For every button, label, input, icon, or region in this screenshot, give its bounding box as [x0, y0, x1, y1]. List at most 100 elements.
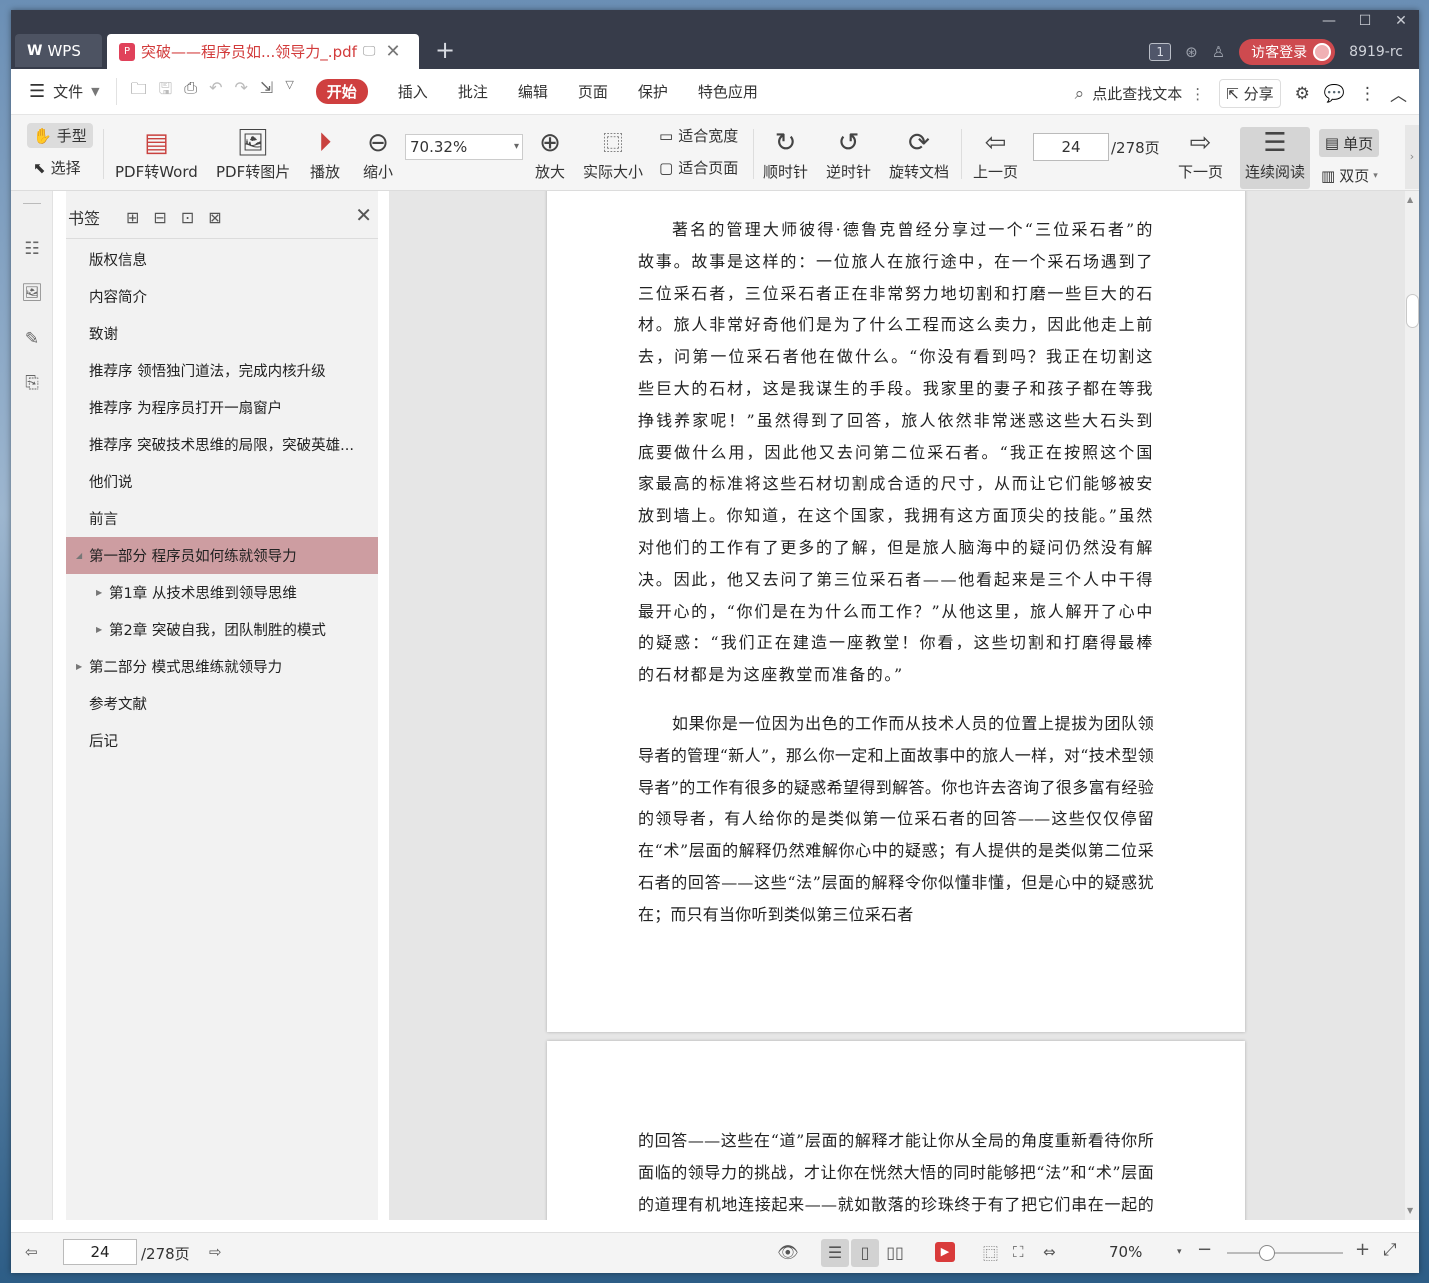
- save-icon[interactable]: 🖫: [159, 78, 173, 105]
- single-page-mode-icon[interactable]: ▯: [851, 1239, 879, 1267]
- bookmark-item[interactable]: 版权信息: [66, 241, 378, 278]
- zoom-slider[interactable]: [1227, 1245, 1343, 1261]
- play-icon[interactable]: ▶: [935, 1242, 955, 1262]
- bookmark-item[interactable]: 致谢: [66, 315, 378, 352]
- kebab-icon[interactable]: ⋮: [1190, 85, 1205, 103]
- expanded-arrow-icon[interactable]: ◢: [76, 551, 82, 560]
- tab-special-apps[interactable]: 特色应用: [698, 81, 758, 102]
- window-count-badge[interactable]: 1: [1149, 43, 1172, 61]
- gear-icon[interactable]: ⚙: [1295, 84, 1310, 104]
- rotate-document-button[interactable]: ⟳ 旋转文档: [889, 125, 949, 182]
- close-window-button[interactable]: ✕: [1383, 10, 1419, 34]
- ribbon-scroll-right[interactable]: ›: [1405, 125, 1419, 189]
- bookmark-item[interactable]: 推荐序 为程序员打开一扇窗户: [66, 389, 378, 426]
- tab-page[interactable]: 页面: [578, 81, 608, 102]
- zoom-out-icon[interactable]: −: [1197, 1239, 1212, 1260]
- drag-handle[interactable]: [23, 203, 41, 205]
- zoom-select[interactable]: 70.32%: [405, 134, 523, 160]
- collapsed-arrow-icon[interactable]: ▶: [76, 662, 82, 671]
- document-viewer[interactable]: 著名的管理大师彼得·德鲁克曾经分享过一个“三位采石者”的故事。故事是这样的：一位…: [389, 191, 1405, 1220]
- hand-tool[interactable]: ✋ 手型: [27, 123, 93, 148]
- actual-size-button[interactable]: ⿴ 实际大小: [583, 125, 643, 182]
- pdf-to-image-button[interactable]: 🖼 PDF转图片: [216, 125, 290, 182]
- share-button[interactable]: ⇱ 分享: [1219, 79, 1281, 108]
- pdf-to-word-button[interactable]: ▤ PDF转Word: [115, 125, 198, 182]
- maximize-button[interactable]: ☐: [1347, 10, 1383, 34]
- rotate-clockwise-button[interactable]: ↻ 顺时针: [763, 125, 808, 182]
- bookmark-item[interactable]: ▶ 第2章 突破自我，团队制胜的模式: [66, 611, 378, 648]
- bookmark-item[interactable]: 推荐序 领悟独门道法，完成内核升级: [66, 352, 378, 389]
- collapse-ribbon-icon[interactable]: ︿: [1390, 81, 1407, 106]
- play-button[interactable]: ⏵ 播放: [310, 125, 340, 182]
- bookmark-item[interactable]: 后记: [66, 722, 378, 759]
- bookmark-item[interactable]: ▶ 第1章 从技术思维到领导思维: [66, 574, 378, 611]
- collapsed-arrow-icon[interactable]: ▶: [96, 625, 102, 634]
- bookmark-item[interactable]: 参考文献: [66, 685, 378, 722]
- fit-width-button[interactable]: ▭ 适合宽度: [659, 125, 738, 146]
- eye-icon[interactable]: 👁: [777, 1243, 799, 1263]
- bookmark-list-icon[interactable]: ☷: [21, 239, 43, 261]
- prev-page-button[interactable]: ⇦ 上一页: [973, 125, 1018, 182]
- tab-insert[interactable]: 插入: [398, 81, 428, 102]
- zoom-in-icon[interactable]: +: [1355, 1239, 1370, 1260]
- guest-login-button[interactable]: 访客登录: [1239, 39, 1336, 65]
- undo-icon[interactable]: ↶: [209, 78, 222, 105]
- zoom-in-button[interactable]: ⊕ 放大: [535, 125, 565, 182]
- comment-icon[interactable]: 💬: [1324, 84, 1345, 104]
- add-bookmark-icon[interactable]: ⊡: [181, 208, 194, 227]
- vertical-scrollbar[interactable]: ▲ ▼: [1405, 191, 1419, 1220]
- tab-annotate[interactable]: 批注: [458, 81, 488, 102]
- fit-width-icon[interactable]: ⇔: [1043, 1243, 1056, 1261]
- next-page-button[interactable]: ⇨ 下一页: [1178, 125, 1223, 182]
- tab-protect[interactable]: 保护: [638, 81, 668, 102]
- actual-size-icon[interactable]: ⿴: [983, 1243, 998, 1264]
- bookmark-item[interactable]: ◢ 第一部分 程序员如何练就领导力: [66, 537, 378, 574]
- continuous-mode-icon[interactable]: ☰: [821, 1239, 849, 1267]
- bookmark-item[interactable]: 前言: [66, 500, 378, 537]
- fit-page-button[interactable]: ▢ 适合页面: [659, 157, 738, 178]
- export-icon[interactable]: ⇲: [260, 78, 273, 105]
- bookmark-item[interactable]: ▶ 第二部分 模式思维练就领导力: [66, 648, 378, 685]
- fit-page-icon[interactable]: ⛶: [1013, 1243, 1024, 1261]
- more-dropdown-icon[interactable]: ▽: [285, 78, 293, 105]
- minimize-button[interactable]: —: [1311, 10, 1347, 34]
- close-icon[interactable]: ✕: [355, 203, 372, 227]
- tab-edit[interactable]: 编辑: [518, 81, 548, 102]
- bookmark-item[interactable]: 他们说: [66, 463, 378, 500]
- rotate-counterclockwise-button[interactable]: ↺ 逆时针: [826, 125, 871, 182]
- open-icon[interactable]: 🗀: [131, 78, 147, 105]
- document-tab[interactable]: P 突破——程序员如...领导力_.pdf 🖵 ✕: [107, 34, 419, 69]
- single-page-button[interactable]: ▤ 单页: [1319, 129, 1379, 157]
- bookmark-item[interactable]: 推荐序 突破技术思维的局限，突破英雄...: [66, 426, 378, 463]
- select-tool[interactable]: ⬉ 选择: [33, 157, 81, 178]
- print-icon[interactable]: ⎙: [184, 78, 197, 105]
- collapse-all-icon[interactable]: ⊟: [153, 208, 166, 227]
- next-page-icon[interactable]: ⇨: [209, 1243, 222, 1261]
- double-page-button[interactable]: ▥ 双页 ▾: [1321, 165, 1378, 186]
- redo-icon[interactable]: ↷: [235, 78, 248, 105]
- zoom-out-button[interactable]: ⊖ 缩小: [363, 125, 393, 182]
- thumbnail-icon[interactable]: 🖼: [21, 283, 43, 305]
- shirt-icon[interactable]: ♙: [1212, 43, 1225, 61]
- prev-page-icon[interactable]: ⇦: [25, 1243, 38, 1261]
- file-menu[interactable]: ☰ 文件 ▼: [29, 81, 100, 102]
- bookmark-item[interactable]: 内容简介: [66, 278, 378, 315]
- scroll-up-icon[interactable]: ▲: [1407, 195, 1413, 204]
- zoom-slider-knob[interactable]: [1259, 1245, 1275, 1261]
- attachment-icon[interactable]: ⎘: [21, 373, 43, 395]
- new-tab-button[interactable]: +: [435, 38, 455, 62]
- status-page-input[interactable]: 24: [63, 1239, 137, 1265]
- double-page-mode-icon[interactable]: ▯▯: [881, 1239, 909, 1267]
- scroll-down-icon[interactable]: ▼: [1407, 1206, 1413, 1215]
- find-text-search[interactable]: ⌕ 点此查找文本 ⋮: [1075, 83, 1206, 104]
- scrollbar-thumb[interactable]: [1406, 294, 1419, 328]
- screen-icon[interactable]: 🖵: [363, 44, 376, 59]
- collapsed-arrow-icon[interactable]: ▶: [96, 588, 102, 597]
- chevron-down-icon[interactable]: ▾: [1177, 1247, 1182, 1257]
- wps-home-tab[interactable]: W WPS: [15, 34, 102, 67]
- more-icon[interactable]: ⋮: [1359, 84, 1376, 104]
- skin-icon[interactable]: ⊛: [1185, 43, 1198, 61]
- close-tab-icon[interactable]: ✕: [385, 41, 400, 62]
- expand-all-icon[interactable]: ⊞: [126, 208, 139, 227]
- bookmark-options-icon[interactable]: ⊠: [208, 208, 221, 227]
